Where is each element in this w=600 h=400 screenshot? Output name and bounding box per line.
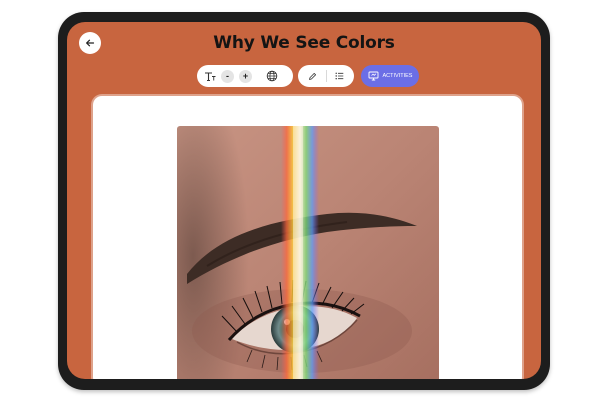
activities-button[interactable]: ACTIVITIES [361, 65, 419, 87]
decrease-text-button[interactable]: - [221, 69, 234, 83]
text-size-icon [204, 71, 216, 82]
globe-icon [266, 70, 278, 82]
text-tools-group: - + [197, 65, 293, 87]
pencil-icon [308, 72, 317, 81]
eye-rainbow-photo [177, 126, 439, 379]
tablet-frame: Why We See Colors - + ACTIVITIES [58, 12, 550, 390]
content-card [93, 96, 522, 379]
page-title: Why We See Colors [213, 33, 395, 53]
list-button[interactable] [335, 72, 344, 80]
list-icon [335, 72, 344, 80]
presentation-icon [368, 71, 379, 81]
activities-label: ACTIVITIES [382, 73, 413, 79]
language-button[interactable] [266, 70, 278, 82]
highlight-button[interactable] [308, 72, 317, 81]
text-size-button[interactable] [204, 71, 216, 82]
app-screen: Why We See Colors - + ACTIVITIES [67, 22, 541, 379]
increase-text-button[interactable]: + [239, 69, 252, 83]
annotation-tools-group [298, 65, 354, 87]
toolbar-divider [326, 70, 327, 82]
